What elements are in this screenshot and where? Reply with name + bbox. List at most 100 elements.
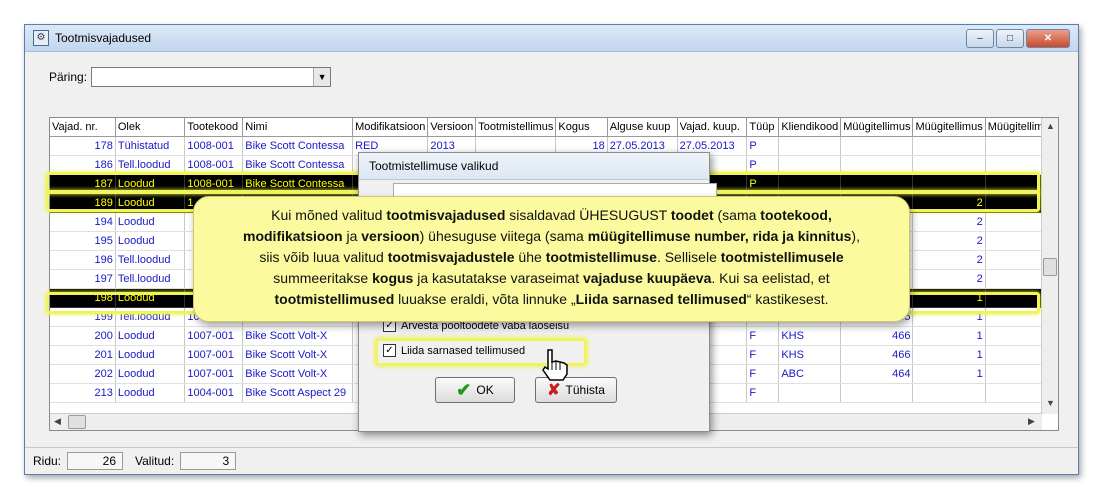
table-cell: 202 <box>50 364 116 384</box>
table-cell: 196 <box>50 250 116 270</box>
callout-line-5: tootmistellimused luuakse eraldi, võta l… <box>274 291 829 307</box>
table-cell: F <box>746 326 780 346</box>
callout-line-4: summeeritakse kogus ja kasutatakse varas… <box>273 270 830 286</box>
column-header[interactable]: Kogus <box>555 118 608 137</box>
table-cell: Tühistatud <box>115 136 186 156</box>
selected-count-value: 3 <box>180 452 237 470</box>
table-cell: Loodud <box>115 345 186 365</box>
ok-button[interactable]: ✔ OK <box>435 377 515 403</box>
scroll-right-icon[interactable]: ▶ <box>1028 416 1035 427</box>
table-cell: 2 <box>912 231 986 251</box>
table-header: Vajad. nr. Olek Tootekood Nimi Modifikatsioo… <box>50 118 1058 137</box>
table-cell: 1 <box>912 345 986 365</box>
column-header[interactable]: Versioon <box>427 118 477 137</box>
table-cell: 1008-001 <box>184 136 244 156</box>
dialog-title: Tootmistellimuse valikud <box>359 153 709 180</box>
table-cell: KHS <box>778 326 842 346</box>
selected-count-label: Valitud: <box>135 454 175 468</box>
query-row: Päring: ▼ <box>49 67 332 87</box>
column-header[interactable]: Kliendikood <box>778 118 842 137</box>
table-cell: KHS <box>778 345 842 365</box>
table-cell: 2 <box>912 269 986 289</box>
table-cell: P <box>746 136 780 156</box>
table-cell: Loodud <box>115 231 186 251</box>
rows-count-value: 26 <box>67 452 124 470</box>
column-header[interactable]: Tootekood <box>184 118 244 137</box>
table-cell <box>912 383 986 403</box>
table-cell: 464 <box>840 364 914 384</box>
ok-label: OK <box>476 383 494 397</box>
app-icon: ⚙ <box>33 30 49 46</box>
table-cell: Loodud <box>115 326 186 346</box>
table-cell: Loodud <box>115 383 186 403</box>
table-cell <box>840 136 914 156</box>
query-select[interactable]: ▼ <box>91 67 332 87</box>
table-cell: 2 <box>912 212 986 232</box>
column-header[interactable]: Olek <box>115 118 186 137</box>
table-cell: 197 <box>50 269 116 289</box>
scroll-left-icon[interactable]: ◀ <box>54 416 61 427</box>
table-cell: Bike Scott Volt-X <box>242 326 354 346</box>
vertical-scroll-thumb[interactable] <box>1043 258 1057 276</box>
table-cell: F <box>746 364 780 384</box>
column-header[interactable]: Müügitellimus <box>840 118 914 137</box>
scroll-down-icon[interactable]: ▼ <box>1046 398 1055 408</box>
table-cell <box>840 383 914 403</box>
column-header[interactable]: Tootmistellimus <box>475 118 557 137</box>
table-cell: 466 <box>840 345 914 365</box>
table-cell: F <box>746 345 780 365</box>
table-cell: Tell.loodud <box>115 250 186 270</box>
table-cell <box>778 136 842 156</box>
table-cell: 1007-001 <box>184 326 244 346</box>
table-cell: Bike Scott Contessa <box>242 136 354 156</box>
table-cell: 195 <box>50 231 116 251</box>
column-header[interactable]: Nimi <box>242 118 354 137</box>
vertical-scrollbar[interactable]: ▲ ▼ <box>1041 118 1058 414</box>
table-cell: 213 <box>50 383 116 403</box>
table-cell: Bike Scott Volt-X <box>242 345 354 365</box>
window-title: Tootmisvajadused <box>55 31 152 45</box>
table-cell: Bike Scott Aspect 29 <box>242 383 354 403</box>
table-cell: 200 <box>50 326 116 346</box>
hand-cursor-icon <box>542 349 568 381</box>
table-cell <box>912 136 986 156</box>
check-icon: ✔ <box>456 379 472 400</box>
close-button[interactable]: ✕ <box>1026 29 1070 48</box>
callout-line-3: siis võib luua valitud tootmisvajadustel… <box>259 249 844 265</box>
table-cell: 1 <box>912 326 986 346</box>
window-controls: – □ ✕ <box>966 29 1070 48</box>
maximize-button[interactable]: □ <box>996 29 1024 48</box>
table-cell: F <box>746 383 780 403</box>
table-cell: 1007-001 <box>184 345 244 365</box>
table-cell: 194 <box>50 212 116 232</box>
table-cell: Bike Scott Volt-X <box>242 364 354 384</box>
table-cell: 201 <box>50 345 116 365</box>
help-callout: Kui mõned valitud tootmisvajadused sisal… <box>193 196 910 322</box>
column-header[interactable]: Tüüp <box>746 118 780 137</box>
callout-line-1: Kui mõned valitud tootmisvajadused sisal… <box>271 207 832 223</box>
horizontal-scroll-thumb[interactable] <box>68 415 86 429</box>
column-header[interactable]: Vajad. nr. <box>50 118 116 137</box>
table-cell: 1 <box>912 364 986 384</box>
table-cell: 1004-001 <box>184 383 244 403</box>
column-header[interactable]: Modifikatsioon <box>352 118 429 137</box>
cancel-label: Tühista <box>565 383 605 397</box>
callout-line-2: modifikatsioon ja versioon) ühesuguse vi… <box>243 228 860 244</box>
table-cell: 466 <box>840 326 914 346</box>
table-cell <box>778 383 842 403</box>
scroll-up-icon[interactable]: ▲ <box>1046 121 1055 131</box>
status-bar: Ridu: 26 Valitud: 3 <box>25 447 1078 474</box>
table-cell: ABC <box>778 364 842 384</box>
rows-count-label: Ridu: <box>33 454 62 468</box>
table-cell: Tell.loodud <box>115 269 186 289</box>
column-header[interactable]: Alguse kuup <box>607 118 678 137</box>
title-bar[interactable]: ⚙ Tootmisvajadused <box>25 25 1078 52</box>
table-cell: Loodud <box>115 212 186 232</box>
chevron-down-icon[interactable]: ▼ <box>313 68 331 86</box>
table-cell: Loodud <box>115 364 186 384</box>
query-label: Päring: <box>49 70 88 84</box>
column-header[interactable]: Müügitellimus <box>912 118 986 137</box>
table-cell: 178 <box>50 136 116 156</box>
minimize-button[interactable]: – <box>966 29 994 48</box>
column-header[interactable]: Vajad. kuup. <box>677 118 748 137</box>
